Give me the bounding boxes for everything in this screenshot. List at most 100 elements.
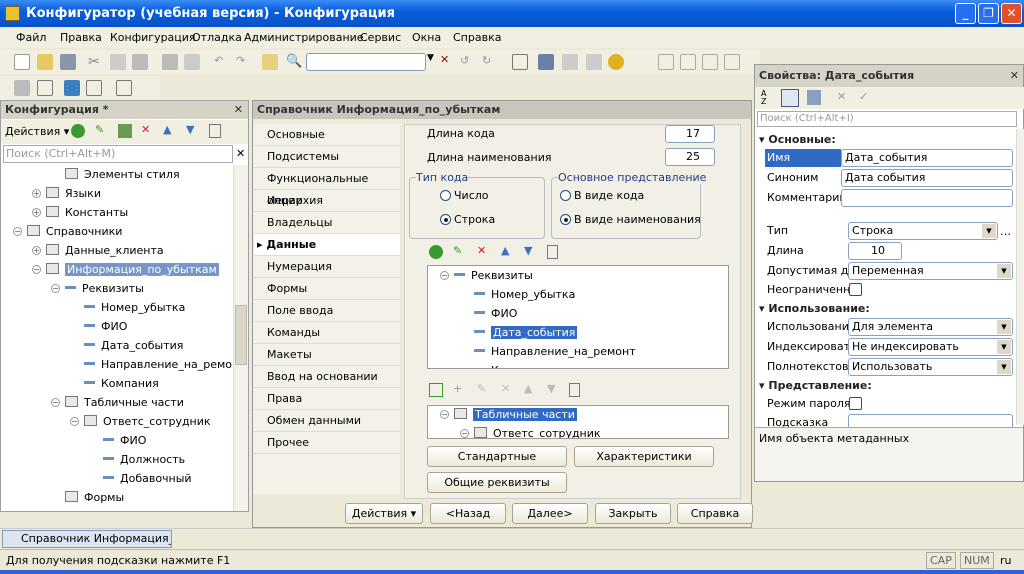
tree-item[interactable]: ФИО [474,305,517,323]
clear-search-icon[interactable]: ✕ [440,53,449,66]
synonym-input[interactable]: Дата события [841,169,1013,187]
notes-icon[interactable] [586,54,602,70]
move-down-icon[interactable]: ▼ [186,123,194,136]
radio-string[interactable]: Строка [440,213,495,226]
section-basic[interactable]: ▾ Основные: [759,133,836,146]
wizard-icon[interactable] [538,54,554,70]
window-tab[interactable]: Справочник Информация_п... [2,530,172,548]
standard-attributes-button[interactable]: Стандартные реквизиты [427,446,567,482]
info-icon[interactable] [608,54,624,70]
nav-item[interactable]: Поле ввода [254,300,400,322]
tree-item[interactable]: Должность [103,451,185,469]
menu-file[interactable]: Файл [16,31,46,44]
tree-item[interactable]: + Языки [32,185,101,203]
language-indicator[interactable]: ru [1000,554,1012,567]
radio-as-name[interactable]: В виде наименования [560,213,701,226]
edit-icon[interactable]: ✎ [95,123,104,136]
add-tabular-icon[interactable] [429,383,443,397]
radio-number[interactable]: Число [440,189,489,202]
sort-icon[interactable] [547,245,558,259]
tree-item[interactable]: Дата_события [474,324,578,342]
tree-item[interactable]: − Информация_по_убыткам [32,261,219,279]
tree-item[interactable]: Компания [474,362,549,368]
debug-stop-icon[interactable] [724,54,740,70]
find-in-tree-icon[interactable] [262,54,278,70]
unlimited-checkbox[interactable] [849,283,862,296]
windows-icon[interactable] [512,54,528,70]
search-icon[interactable]: 🔍 [286,54,302,70]
radio-as-code[interactable]: В виде кода [560,189,644,202]
tree-item[interactable]: Номер_убытка [474,286,575,304]
delete-icon[interactable]: ✕ [141,123,150,136]
usage-select[interactable]: Для элемента ▼ [848,318,1013,336]
index-select[interactable]: Не индексировать ▼ [848,338,1013,356]
paste-icon[interactable] [132,54,148,70]
search-dropdown-icon[interactable]: ▼ [427,53,434,63]
filter-icon[interactable] [807,90,821,105]
comment-input[interactable] [841,189,1013,207]
tree-item[interactable]: + Константы [32,204,128,222]
apply-icon[interactable]: ✓ [859,90,868,103]
back-button[interactable]: <Назад [430,503,506,524]
nav-item[interactable]: Нумерация [254,256,400,278]
help-button[interactable]: Справка [677,503,753,524]
clear-search-icon[interactable]: ✕ [236,147,245,160]
scroll-thumb[interactable] [235,305,247,365]
tree-item[interactable]: + Данные_клиента [32,242,164,260]
tree-item[interactable]: Направление_на_ремонт [84,356,233,374]
tree-item[interactable]: − Реквизиты [51,280,144,298]
collapse-icon[interactable]: − [13,227,22,236]
tree-item[interactable]: Направление_на_ремонт [474,343,636,361]
move-up-icon[interactable]: ▲ [163,123,171,136]
search-prev-icon[interactable]: ↺ [460,54,476,70]
type-select[interactable]: Строка ▼ [848,222,998,240]
collapse-icon[interactable]: − [440,271,449,280]
nav-item[interactable]: Прочее [254,432,400,454]
move-down-icon[interactable]: ▼ [547,382,555,395]
syntax-helper-icon[interactable] [562,54,578,70]
nav-item[interactable]: Подсистемы [254,146,400,168]
nav-item[interactable]: Ввод на основании [254,366,400,388]
menu-help[interactable]: Справка [453,31,501,44]
tree-scrollbar[interactable] [233,165,248,511]
tree-item[interactable]: − Ответс_сотрудник [460,425,601,438]
config-search-input[interactable]: Поиск (Ctrl+Alt+M) [3,145,233,163]
nav-item[interactable]: Функциональные опции [254,168,400,207]
menu-windows[interactable]: Окна [412,31,441,44]
tree-item[interactable]: Номер_убытка [84,299,185,317]
collapse-icon[interactable]: − [51,398,60,407]
delete-tabular-icon[interactable]: ✕ [501,382,510,395]
type-ellipsis-button[interactable]: … [1000,225,1011,238]
tree-item[interactable]: ФИО [84,318,127,336]
next-button[interactable]: Далее> [512,503,588,524]
collapse-icon[interactable]: − [32,265,41,274]
close-panel-icon[interactable]: ✕ [234,101,243,119]
characteristics-button[interactable]: Характеристики [574,446,714,467]
collapse-icon[interactable]: − [51,284,60,293]
menu-edit[interactable]: Правка [60,31,102,44]
actions-button[interactable]: Действия ▾ [345,503,423,524]
tree-item[interactable]: Дата_события [84,337,183,355]
debug-step-icon[interactable] [680,54,696,70]
compare-icon[interactable] [37,80,53,96]
collapse-icon[interactable]: − [70,417,79,426]
run-icon[interactable] [116,80,132,96]
menu-configuration[interactable]: Конфигурация [110,31,196,44]
config-icon[interactable] [14,80,30,96]
cut-icon[interactable]: ✂ [88,54,104,70]
section-usage[interactable]: ▾ Использование: [759,302,870,315]
nav-item[interactable]: Основные [254,124,400,146]
copy-item-icon[interactable] [118,124,132,138]
properties-search-input[interactable]: Поиск (Ctrl+Alt+I) [757,111,1017,127]
nav-item[interactable]: Формы [254,278,400,300]
nav-item[interactable]: Права [254,388,400,410]
delete-attribute-icon[interactable]: ✕ [477,244,486,257]
nav-item[interactable]: Владельцы [254,212,400,234]
close-button[interactable]: ✕ [1001,3,1022,24]
move-down-icon[interactable]: ▼ [524,244,532,257]
open-icon[interactable] [37,54,53,70]
tree-item[interactable]: − Табличные части [51,394,184,412]
section-view[interactable]: ▾ Представление: [759,379,872,392]
tree-item[interactable]: − Реквизиты [440,267,533,285]
copy-icon[interactable] [110,54,126,70]
